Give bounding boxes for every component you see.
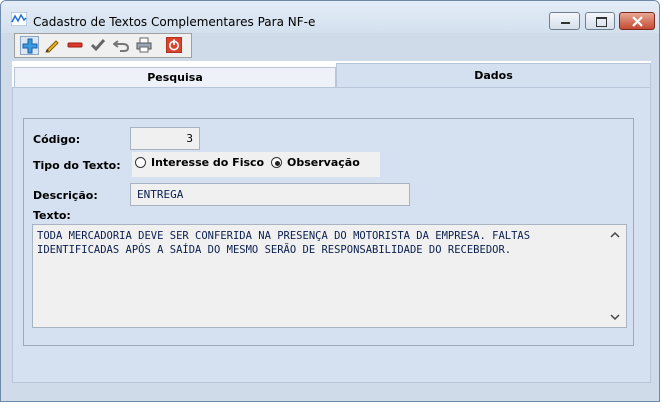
descricao-field[interactable]: ENTREGA [130, 183, 410, 206]
app-logo-icon [11, 12, 27, 26]
remove-button[interactable] [66, 36, 85, 55]
confirm-check-icon [90, 39, 106, 52]
exit-power-icon [166, 37, 182, 53]
close-icon [632, 16, 643, 27]
app-window: Cadastro de Textos Complementares Para N… [0, 0, 660, 402]
exit-button[interactable] [165, 36, 184, 55]
descricao-label: Descrição: [33, 189, 98, 202]
tipo-texto-label: Tipo do Texto: [33, 159, 121, 172]
maximize-button[interactable] [585, 12, 615, 30]
close-button[interactable] [619, 12, 655, 30]
minimize-icon [561, 22, 570, 24]
minimize-button[interactable] [549, 12, 580, 30]
scroll-down-icon[interactable] [608, 311, 622, 323]
title-bar[interactable]: Cadastro de Textos Complementares Para N… [1, 1, 659, 33]
undo-button[interactable] [112, 36, 131, 55]
undo-icon [113, 40, 129, 52]
edit-button[interactable] [43, 36, 62, 55]
radio-circle-icon [271, 157, 282, 168]
radio-circle-icon [135, 157, 146, 168]
texto-label: Texto: [33, 209, 71, 222]
print-button[interactable] [135, 36, 154, 55]
texto-content: TODA MERCADORIA DEVE SER CONFERIDA NA PR… [37, 230, 537, 256]
codigo-field[interactable]: 3 [130, 127, 200, 150]
content-area: Pesquisa Dados Código: 3 Tipo do Texto: … [12, 61, 651, 383]
add-icon [22, 38, 38, 54]
tipo-texto-radio-group: Interesse do Fisco Observação [132, 152, 380, 177]
codigo-label: Código: [33, 133, 81, 146]
print-icon [136, 37, 152, 53]
radio-interesse-fisco-label: Interesse do Fisco [151, 156, 265, 169]
confirm-button[interactable] [89, 36, 108, 55]
tab-dados[interactable]: Dados [336, 63, 651, 87]
remove-icon [67, 42, 83, 48]
tab-pesquisa[interactable]: Pesquisa [14, 67, 336, 87]
add-button[interactable] [20, 36, 39, 55]
scroll-up-icon[interactable] [608, 229, 622, 241]
edit-pencil-icon [45, 40, 59, 53]
toolbar [14, 33, 192, 58]
form-group: Código: 3 Tipo do Texto: Interesse do Fi… [23, 118, 634, 346]
radio-observacao-label: Observação [287, 156, 360, 169]
window-title: Cadastro de Textos Complementares Para N… [33, 15, 316, 29]
texto-textarea[interactable]: TODA MERCADORIA DEVE SER CONFERIDA NA PR… [32, 224, 627, 328]
radio-selected-dot [275, 161, 280, 166]
dados-panel: Código: 3 Tipo do Texto: Interesse do Fi… [12, 87, 651, 383]
maximize-icon [596, 17, 607, 27]
